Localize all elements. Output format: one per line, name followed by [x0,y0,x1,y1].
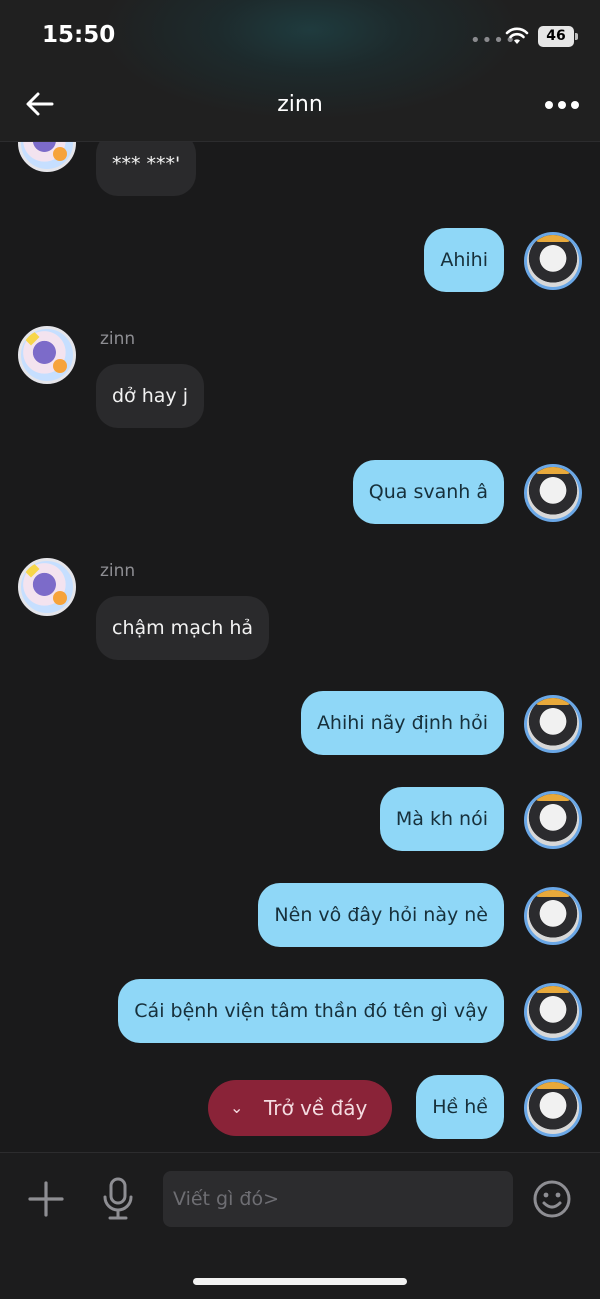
my-avatar[interactable] [524,464,582,522]
message-bubble-outgoing[interactable]: Ahihi [424,228,504,292]
top-bar: 15:50 •••• 46 zinn [0,0,600,142]
message-bubble-incoming[interactable]: *** ***' [96,142,197,196]
microphone-icon[interactable] [100,1177,136,1221]
scroll-to-bottom-label: Trở về đáy [264,1096,368,1120]
emoji-icon[interactable] [532,1179,572,1219]
more-options-icon[interactable] [544,100,580,110]
home-indicator [193,1278,407,1285]
message-list[interactable]: *** ***' Ahihi zinn dở hay j Qua svanh â… [0,142,600,1152]
battery-indicator: 46 [538,26,578,47]
my-avatar[interactable] [524,887,582,945]
scroll-to-bottom-button[interactable]: ⌄ Trở về đáy [208,1080,392,1136]
sender-name: zinn [100,329,136,349]
my-avatar[interactable] [524,232,582,290]
my-avatar[interactable] [524,1079,582,1137]
message-bubble-outgoing[interactable]: Mà kh nói [379,787,504,851]
status-time: 15:50 [42,22,116,48]
chat-title: zinn [277,92,323,117]
contact-avatar[interactable] [18,326,76,384]
message-bubble-incoming[interactable]: dở hay j [96,364,204,428]
my-avatar[interactable] [524,983,582,1041]
message-bubble-incoming[interactable]: chậm mạch hả [96,596,270,660]
plus-icon[interactable] [28,1181,64,1217]
composer-bar [0,1152,600,1299]
message-bubble-outgoing[interactable]: Cái bệnh viện tâm thần đó tên gì vậy [118,979,504,1043]
message-bubble-outgoing[interactable]: Ahihi nãy định hỏi [300,691,504,755]
message-bubble-outgoing[interactable]: Qua svanh â [352,460,504,524]
contact-avatar[interactable] [18,558,76,616]
contact-avatar[interactable] [18,142,76,172]
my-avatar[interactable] [524,695,582,753]
wifi-icon [505,27,529,44]
sender-name: zinn [100,561,136,581]
message-input[interactable] [163,1171,513,1227]
my-avatar[interactable] [524,791,582,849]
chevron-down-icon: ⌄ [230,1098,244,1117]
message-bubble-outgoing[interactable]: Nên vô đây hỏi này nè [258,883,504,947]
message-bubble-outgoing[interactable]: Hề hề [416,1075,504,1139]
